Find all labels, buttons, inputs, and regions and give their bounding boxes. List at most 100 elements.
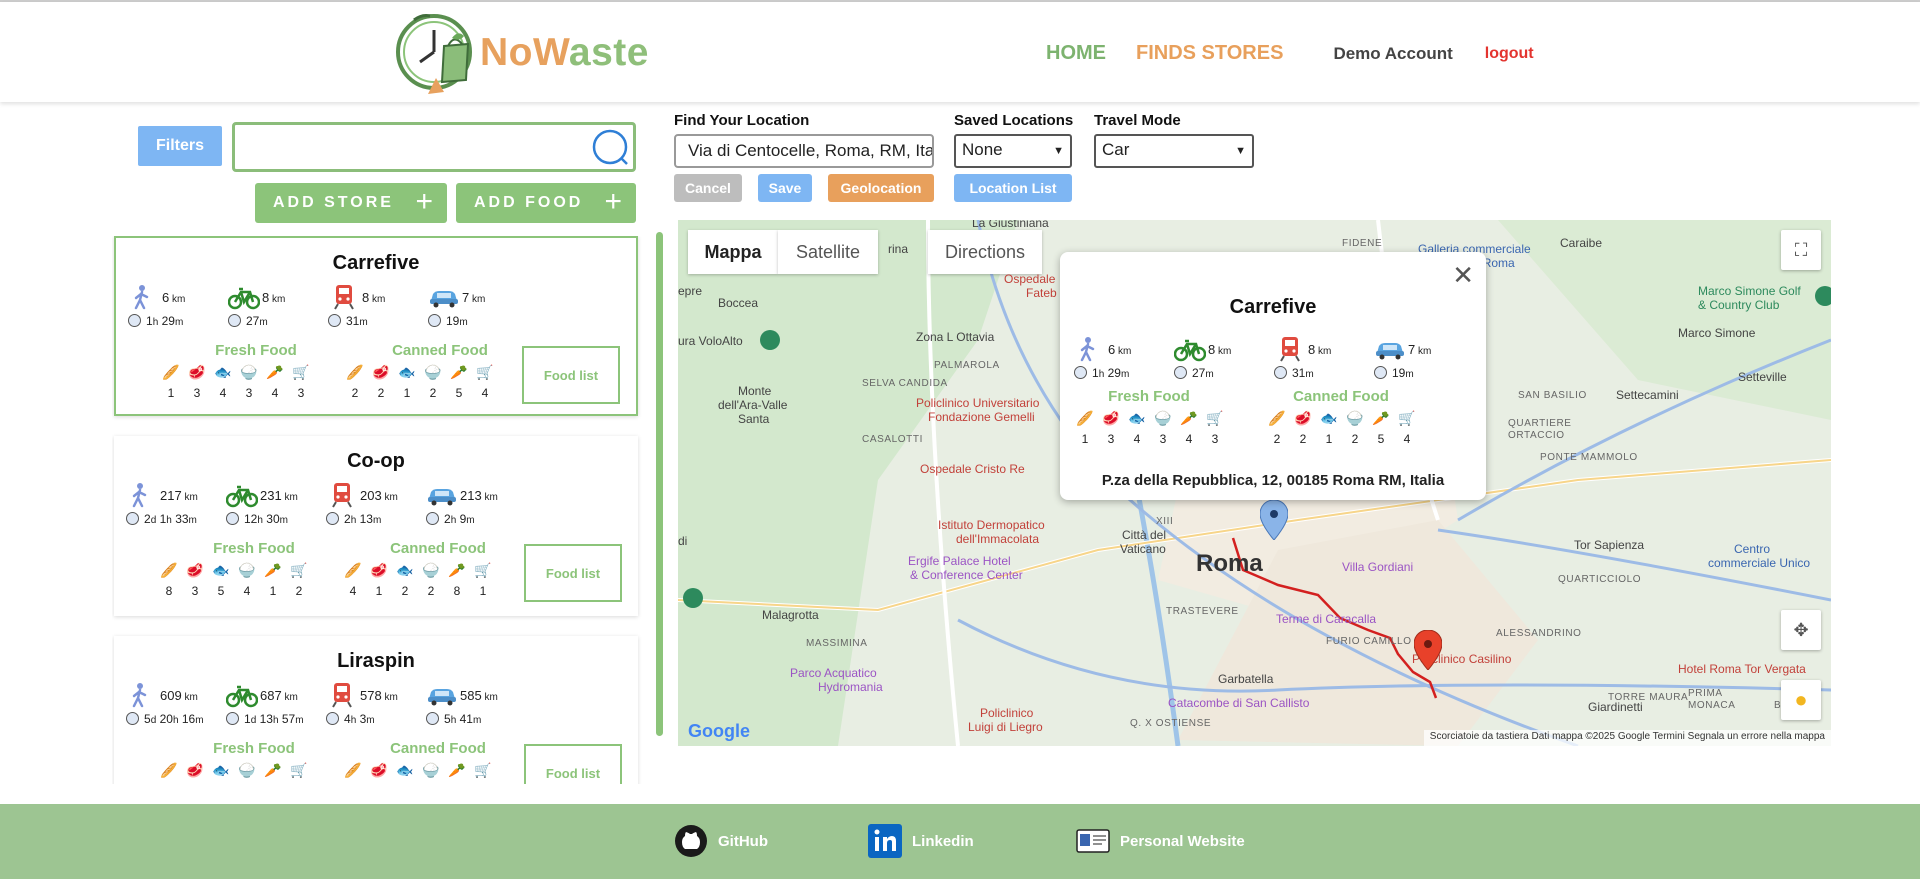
map-tab-satellite[interactable]: Satellite <box>778 230 878 274</box>
groceries-icon: 🛒 <box>476 364 494 380</box>
nav-finds-stores-link[interactable]: FINDS STORES <box>1136 42 1283 65</box>
footer-website-label: Personal Website <box>1120 832 1245 850</box>
canned-food-title: Canned Food <box>390 740 486 757</box>
fish-icon: 🐟 <box>214 364 232 380</box>
food-list-button[interactable]: Food list <box>522 346 620 404</box>
food-count: 1 <box>403 386 411 400</box>
add-food-button[interactable]: ADD FOOD + <box>456 183 636 223</box>
groceries-icon: 🛒 <box>1398 410 1416 426</box>
food-item: 🐟 5 <box>208 562 234 598</box>
food-item: 🥩 2 <box>368 364 394 400</box>
store-list-scrollbar[interactable] <box>656 232 663 736</box>
food-item: 🥩 3 <box>184 364 210 400</box>
food-item: 🥖 2 <box>342 364 368 400</box>
food-list-button[interactable]: Food list <box>524 744 622 784</box>
canned-food-title: Canned Food <box>392 342 488 359</box>
street-view-pegman-icon[interactable]: ● <box>1781 680 1821 720</box>
map[interactable]: Mappa Satellite Directions La Giustinian… <box>678 220 1831 746</box>
food-count: 2 <box>295 584 303 598</box>
carrot-icon: 🥕 <box>264 562 282 578</box>
map-camera-control-icon[interactable]: ✥ <box>1781 610 1821 650</box>
food-counts: 🥖 1 🥩 3 🐟 4 🍚 3 🥕 4 🛒 3 <box>158 364 314 400</box>
chevron-down-icon: ▼ <box>1235 145 1246 157</box>
destination-marker-icon[interactable] <box>1414 630 1442 670</box>
map-label: & Conference Center <box>910 568 1023 582</box>
food-item: 🥖 2 <box>1264 410 1290 446</box>
search-icon[interactable] <box>591 128 629 166</box>
map-label: Marco Simone Golf <box>1698 284 1801 298</box>
clock-icon <box>226 712 239 725</box>
food-item: 🛒 1 <box>470 562 496 598</box>
store-name: Liraspin <box>337 650 415 672</box>
food-count: 2 <box>1273 432 1281 446</box>
account-link[interactable]: Demo Account <box>1333 44 1452 64</box>
carrot-icon: 🥕 <box>450 364 468 380</box>
map-label: Caraibe <box>1560 236 1603 250</box>
food-item: 🛒 <box>286 762 312 784</box>
nav-home-link[interactable]: HOME <box>1046 42 1106 65</box>
footer-website-link[interactable]: Personal Website <box>1076 824 1245 858</box>
duration-value: 1h 29m <box>1074 366 1129 380</box>
geolocation-button[interactable]: Geolocation <box>828 174 934 202</box>
footer-linkedin-link[interactable]: Linkedin <box>868 824 974 858</box>
meat-icon: 🥩 <box>370 762 388 778</box>
fish-icon: 🐟 <box>396 562 414 578</box>
duration-value: 5d 20h 16m <box>126 712 204 726</box>
food-item: 🥩 1 <box>366 562 392 598</box>
popup-canned-food-title: Canned Food <box>1293 388 1389 405</box>
bread-icon: 🥖 <box>162 364 180 380</box>
map-label: Setteville <box>1738 370 1787 384</box>
food-item: 🥖 <box>340 762 366 784</box>
map-tab-directions[interactable]: Directions <box>928 230 1042 274</box>
cancel-button[interactable]: Cancel <box>674 174 742 202</box>
store-card[interactable]: Liraspin 609 km 5d 20h 16m 687 km 1d 13h 57… <box>114 636 638 784</box>
travel-mode-select[interactable]: Car ▼ <box>1094 134 1254 168</box>
map-attribution[interactable]: Scorciatoie da tastiera Dati mappa ©2025… <box>1423 730 1831 746</box>
food-count: 1 <box>1325 432 1333 446</box>
saved-locations-select[interactable]: None ▼ <box>954 134 1072 168</box>
duration-value: 5h 41m <box>426 712 481 726</box>
origin-marker-icon[interactable] <box>1260 500 1288 540</box>
map-label: SELVA CANDIDA <box>862 378 948 389</box>
logout-link[interactable]: logout <box>1485 45 1534 63</box>
map-tab-mappa[interactable]: Mappa <box>688 230 778 274</box>
food-counts: 🥖 🥩 🐟 🍚 🥕 🛒 <box>340 762 496 784</box>
add-store-button[interactable]: ADD STORE + <box>255 183 447 223</box>
location-list-button[interactable]: Location List <box>954 174 1072 202</box>
map-label: TRASTEVERE <box>1166 606 1239 617</box>
food-list-button[interactable]: Food list <box>524 544 622 602</box>
food-item: 🥖 4 <box>340 562 366 598</box>
fish-icon: 🐟 <box>398 364 416 380</box>
store-card[interactable]: Co-op 217 km 2d 1h 33m 231 km 12h 30m 203 k… <box>114 436 638 616</box>
food-count: 3 <box>245 386 253 400</box>
rice-icon: 🍚 <box>238 762 256 778</box>
map-label: Tor Sapienza <box>1574 538 1645 552</box>
location-input[interactable]: Via di Centocelle, Roma, RM, Italia <box>674 134 934 168</box>
map-label: Terme di Caracalla <box>1276 612 1377 626</box>
map-label: rina <box>888 242 909 256</box>
save-button[interactable]: Save <box>758 174 812 202</box>
distance-value: 213 km <box>460 488 498 503</box>
distance-value: 7 km <box>1408 342 1432 357</box>
food-item: 🛒 <box>470 762 496 784</box>
store-card[interactable]: Carrefive 6 km 1h 29m 8 km 27m 8 km 31m 7 km… <box>114 236 638 416</box>
food-count: 3 <box>191 584 199 598</box>
store-list[interactable]: Carrefive 6 km 1h 29m 8 km 27m 8 km 31m 7 km… <box>112 236 642 784</box>
filters-button[interactable]: Filters <box>138 126 222 166</box>
fullscreen-icon[interactable]: ⛶ <box>1781 230 1821 270</box>
car-icon <box>426 482 458 508</box>
rice-icon: 🍚 <box>422 762 440 778</box>
food-item: 🥖 8 <box>156 562 182 598</box>
footer-github-link[interactable]: GitHub <box>674 824 768 858</box>
travel-mode-label: Travel Mode <box>1094 112 1181 129</box>
food-item: 🥖 <box>156 762 182 784</box>
food-count: 5 <box>1377 432 1385 446</box>
food-item: 🛒 3 <box>1202 410 1228 446</box>
logo[interactable]: NoWaste <box>392 8 649 98</box>
close-icon[interactable]: ✕ <box>1452 260 1474 291</box>
store-name: Carrefive <box>332 252 420 274</box>
carrot-icon: 🥕 <box>266 364 284 380</box>
food-counts: 🥖 2 🥩 2 🐟 1 🍚 2 🥕 5 🛒 4 <box>1264 410 1420 446</box>
store-search-input[interactable] <box>232 122 636 172</box>
chevron-down-icon: ▼ <box>1053 145 1064 157</box>
